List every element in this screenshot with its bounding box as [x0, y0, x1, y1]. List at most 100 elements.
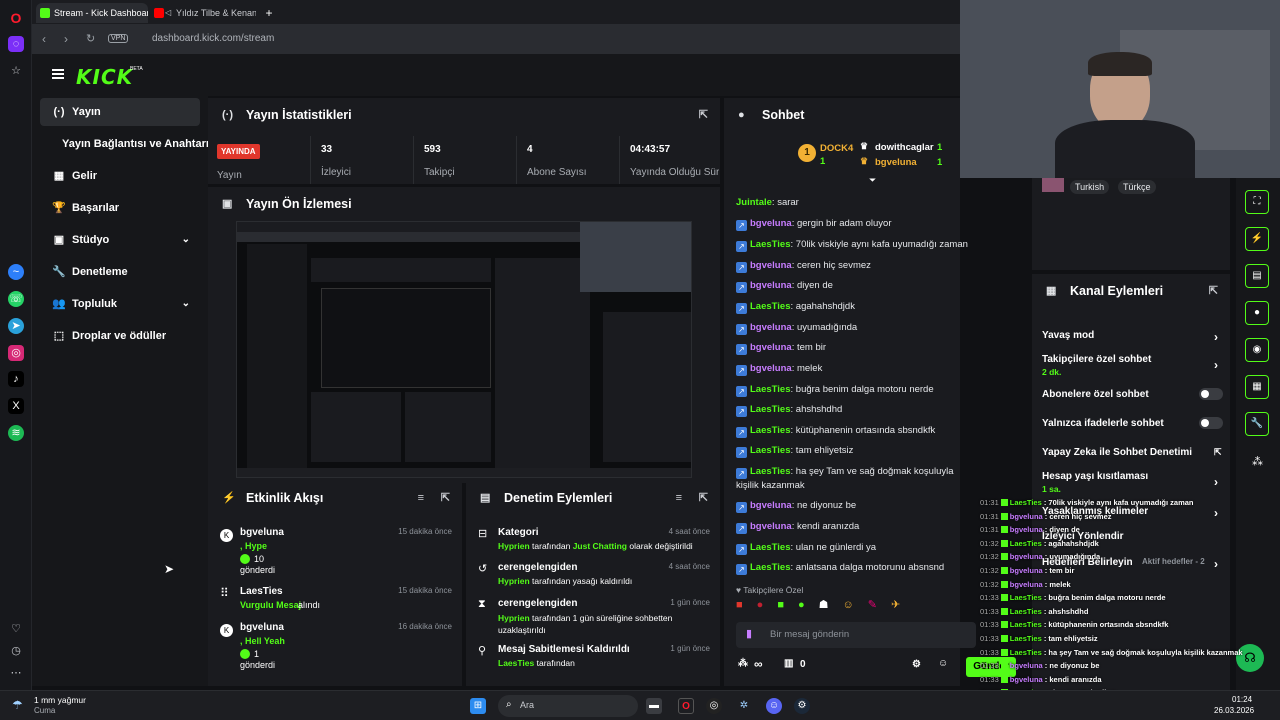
forward-icon[interactable]: ›	[64, 32, 68, 46]
chat-username[interactable]: LaesTies	[750, 425, 791, 436]
history-icon[interactable]: ◷	[8, 643, 24, 659]
opera-icon[interactable]: O	[678, 698, 694, 714]
settings-icon[interactable]: ⚙	[912, 659, 921, 670]
chat-input[interactable]: ▮ Bir mesaj gönderin	[736, 622, 976, 648]
nav-studio[interactable]: ▣ Stüdyo ⌄	[40, 226, 200, 254]
bolt-icon[interactable]: ⚡	[1245, 227, 1269, 251]
filter-icon[interactable]: ≡	[418, 481, 424, 515]
x-icon[interactable]: X	[8, 398, 24, 414]
steam-icon[interactable]: ⚙	[794, 698, 810, 714]
instagram-icon[interactable]: ◎	[8, 345, 24, 361]
emote-icon[interactable]: ✈	[891, 599, 914, 611]
collapse-chevron-icon[interactable]: ⏷	[869, 175, 876, 186]
whatsapp-icon[interactable]: ☏	[8, 291, 24, 307]
gift-icon[interactable]: ▥	[784, 658, 793, 669]
app-icon[interactable]: ✲	[736, 698, 752, 714]
nav-drops[interactable]: ⬚ Droplar ve ödüller	[40, 322, 200, 350]
users-icon[interactable]: ⁂	[738, 658, 748, 669]
messenger-icon[interactable]: ~	[8, 264, 24, 280]
more-icon[interactable]: ⋯	[8, 665, 24, 681]
popout-icon[interactable]: ⇱	[1209, 274, 1218, 308]
nav-revenue[interactable]: ▦ Gelir	[40, 162, 200, 190]
action-slow-mode[interactable]: Yavaş mod ›	[1042, 330, 1218, 344]
opera-logo-icon[interactable]: O	[8, 10, 24, 26]
mod-actor[interactable]: Hyprien	[498, 613, 530, 623]
popout-icon[interactable]: ⇱	[699, 481, 708, 515]
emote-picker-icon[interactable]: ☺	[938, 658, 948, 669]
chat-username[interactable]: LaesTies	[750, 301, 791, 312]
taskbar-search[interactable]: ⌕ Ara	[498, 695, 638, 717]
discord-icon[interactable]: ☺	[766, 698, 782, 714]
emote-icon[interactable]: ✎	[868, 599, 891, 611]
mod-title[interactable]: cerengelengiden	[498, 562, 577, 573]
emote-icon[interactable]: ■	[777, 599, 798, 611]
emotes-only-toggle[interactable]	[1199, 417, 1223, 429]
stream-preview-video[interactable]	[236, 221, 692, 478]
url-field[interactable]: dashboard.kick.com/stream	[152, 33, 274, 44]
broadcast-icon[interactable]: ◉	[1245, 338, 1269, 362]
tiktok-icon[interactable]: ♪	[8, 371, 24, 387]
subscribers-only-toggle[interactable]	[1199, 388, 1223, 400]
mod-actor[interactable]: Hyprien	[498, 576, 530, 586]
emote-icon[interactable]: ■	[736, 599, 757, 611]
grid-icon[interactable]: ▦	[1245, 375, 1269, 399]
event-user[interactable]: bgveluna	[240, 622, 284, 633]
nav-community[interactable]: 👥 Topluluk ⌄	[40, 290, 200, 318]
tab-kick-dashboard[interactable]: Stream - Kick Dashboard	[36, 3, 148, 23]
filter-icon[interactable]: ≡	[676, 481, 682, 515]
chat-username[interactable]: bgveluna	[750, 363, 792, 374]
wrench-icon[interactable]: 🔧	[1245, 412, 1269, 436]
aria-icon[interactable]: ◌	[8, 36, 24, 52]
emote-icon[interactable]: ●	[798, 599, 819, 611]
fullscreen-icon[interactable]: ⛶	[1245, 190, 1269, 214]
chat-username[interactable]: LaesTies	[750, 239, 791, 250]
tab-youtube[interactable]: ◁ Yıldız Tilbe & Kenan D	[150, 3, 256, 23]
kick-logo[interactable]: KICK	[76, 65, 133, 89]
chat-username[interactable]: bgveluna	[750, 322, 792, 333]
telegram-icon[interactable]: ➤	[8, 318, 24, 334]
leader-name[interactable]: dowithcaglar	[875, 142, 934, 153]
mod-actor[interactable]: Hyprien	[498, 541, 530, 551]
leader-name[interactable]: bgveluna	[875, 157, 917, 168]
clock-time[interactable]: 01:24	[1232, 695, 1252, 704]
speed-dial-icon[interactable]: ☆	[8, 63, 24, 79]
new-tab-button[interactable]: +	[262, 3, 276, 23]
weather-text[interactable]: 1 mm yağmur	[34, 695, 86, 705]
emote-icon[interactable]: ☗	[819, 599, 843, 611]
chat-username[interactable]: LaesTies	[750, 562, 791, 573]
action-account-age[interactable]: Hesap yaşı kısıtlaması › 1 sa.	[1042, 471, 1218, 494]
chevron-down-icon[interactable]: ⌄	[182, 290, 190, 318]
obs-icon[interactable]: ◎	[706, 698, 722, 714]
back-icon[interactable]: ‹	[42, 32, 46, 46]
hamburger-menu-icon[interactable]	[52, 69, 64, 79]
action-ai-moderation[interactable]: Yapay Zeka ile Sohbet Denetimi ⇱	[1042, 447, 1222, 458]
chat-username[interactable]: bgveluna	[750, 260, 792, 271]
chat-username[interactable]: bgveluna	[750, 280, 792, 291]
nav-stream-key[interactable]: Yayın Bağlantısı ve Anahtarı	[40, 130, 216, 158]
chat-username[interactable]: bgveluna	[750, 500, 792, 511]
chat-username[interactable]: bgveluna	[750, 342, 792, 353]
chat-username[interactable]: LaesTies	[750, 445, 791, 456]
vpn-badge[interactable]: VPN	[108, 34, 129, 43]
chat-username[interactable]: LaesTies	[750, 542, 791, 553]
users-icon[interactable]: ⁂	[1252, 455, 1263, 468]
mod-title[interactable]: cerengelengiden	[498, 598, 577, 609]
chat-username[interactable]: LaesTies	[750, 466, 791, 477]
chat-username[interactable]: LaesTies	[750, 384, 791, 395]
nav-achievements[interactable]: 🏆 Başarılar	[40, 194, 200, 222]
document-icon[interactable]: ▤	[1245, 264, 1269, 288]
mod-actor[interactable]: LaesTies	[498, 658, 534, 668]
popout-icon[interactable]: ⇱	[441, 481, 450, 515]
heart-icon[interactable]: ♡	[8, 621, 24, 637]
chat-username[interactable]: Juintale	[736, 197, 772, 208]
nav-stream[interactable]: (·) Yayın	[40, 98, 200, 126]
chat-username[interactable]: bgveluna	[750, 218, 792, 229]
event-user[interactable]: LaesTies	[240, 586, 283, 597]
popout-icon[interactable]: ⇱	[699, 98, 708, 132]
leader-name[interactable]: DOCK4	[820, 143, 853, 154]
chevron-down-icon[interactable]: ⌄	[182, 226, 190, 254]
nav-moderation[interactable]: 🔧 Denetleme	[40, 258, 200, 286]
emote-icon[interactable]: ●	[757, 599, 778, 611]
windows-start-icon[interactable]: ⊞	[470, 698, 486, 714]
microphone-icon[interactable]: ▮	[746, 627, 752, 640]
